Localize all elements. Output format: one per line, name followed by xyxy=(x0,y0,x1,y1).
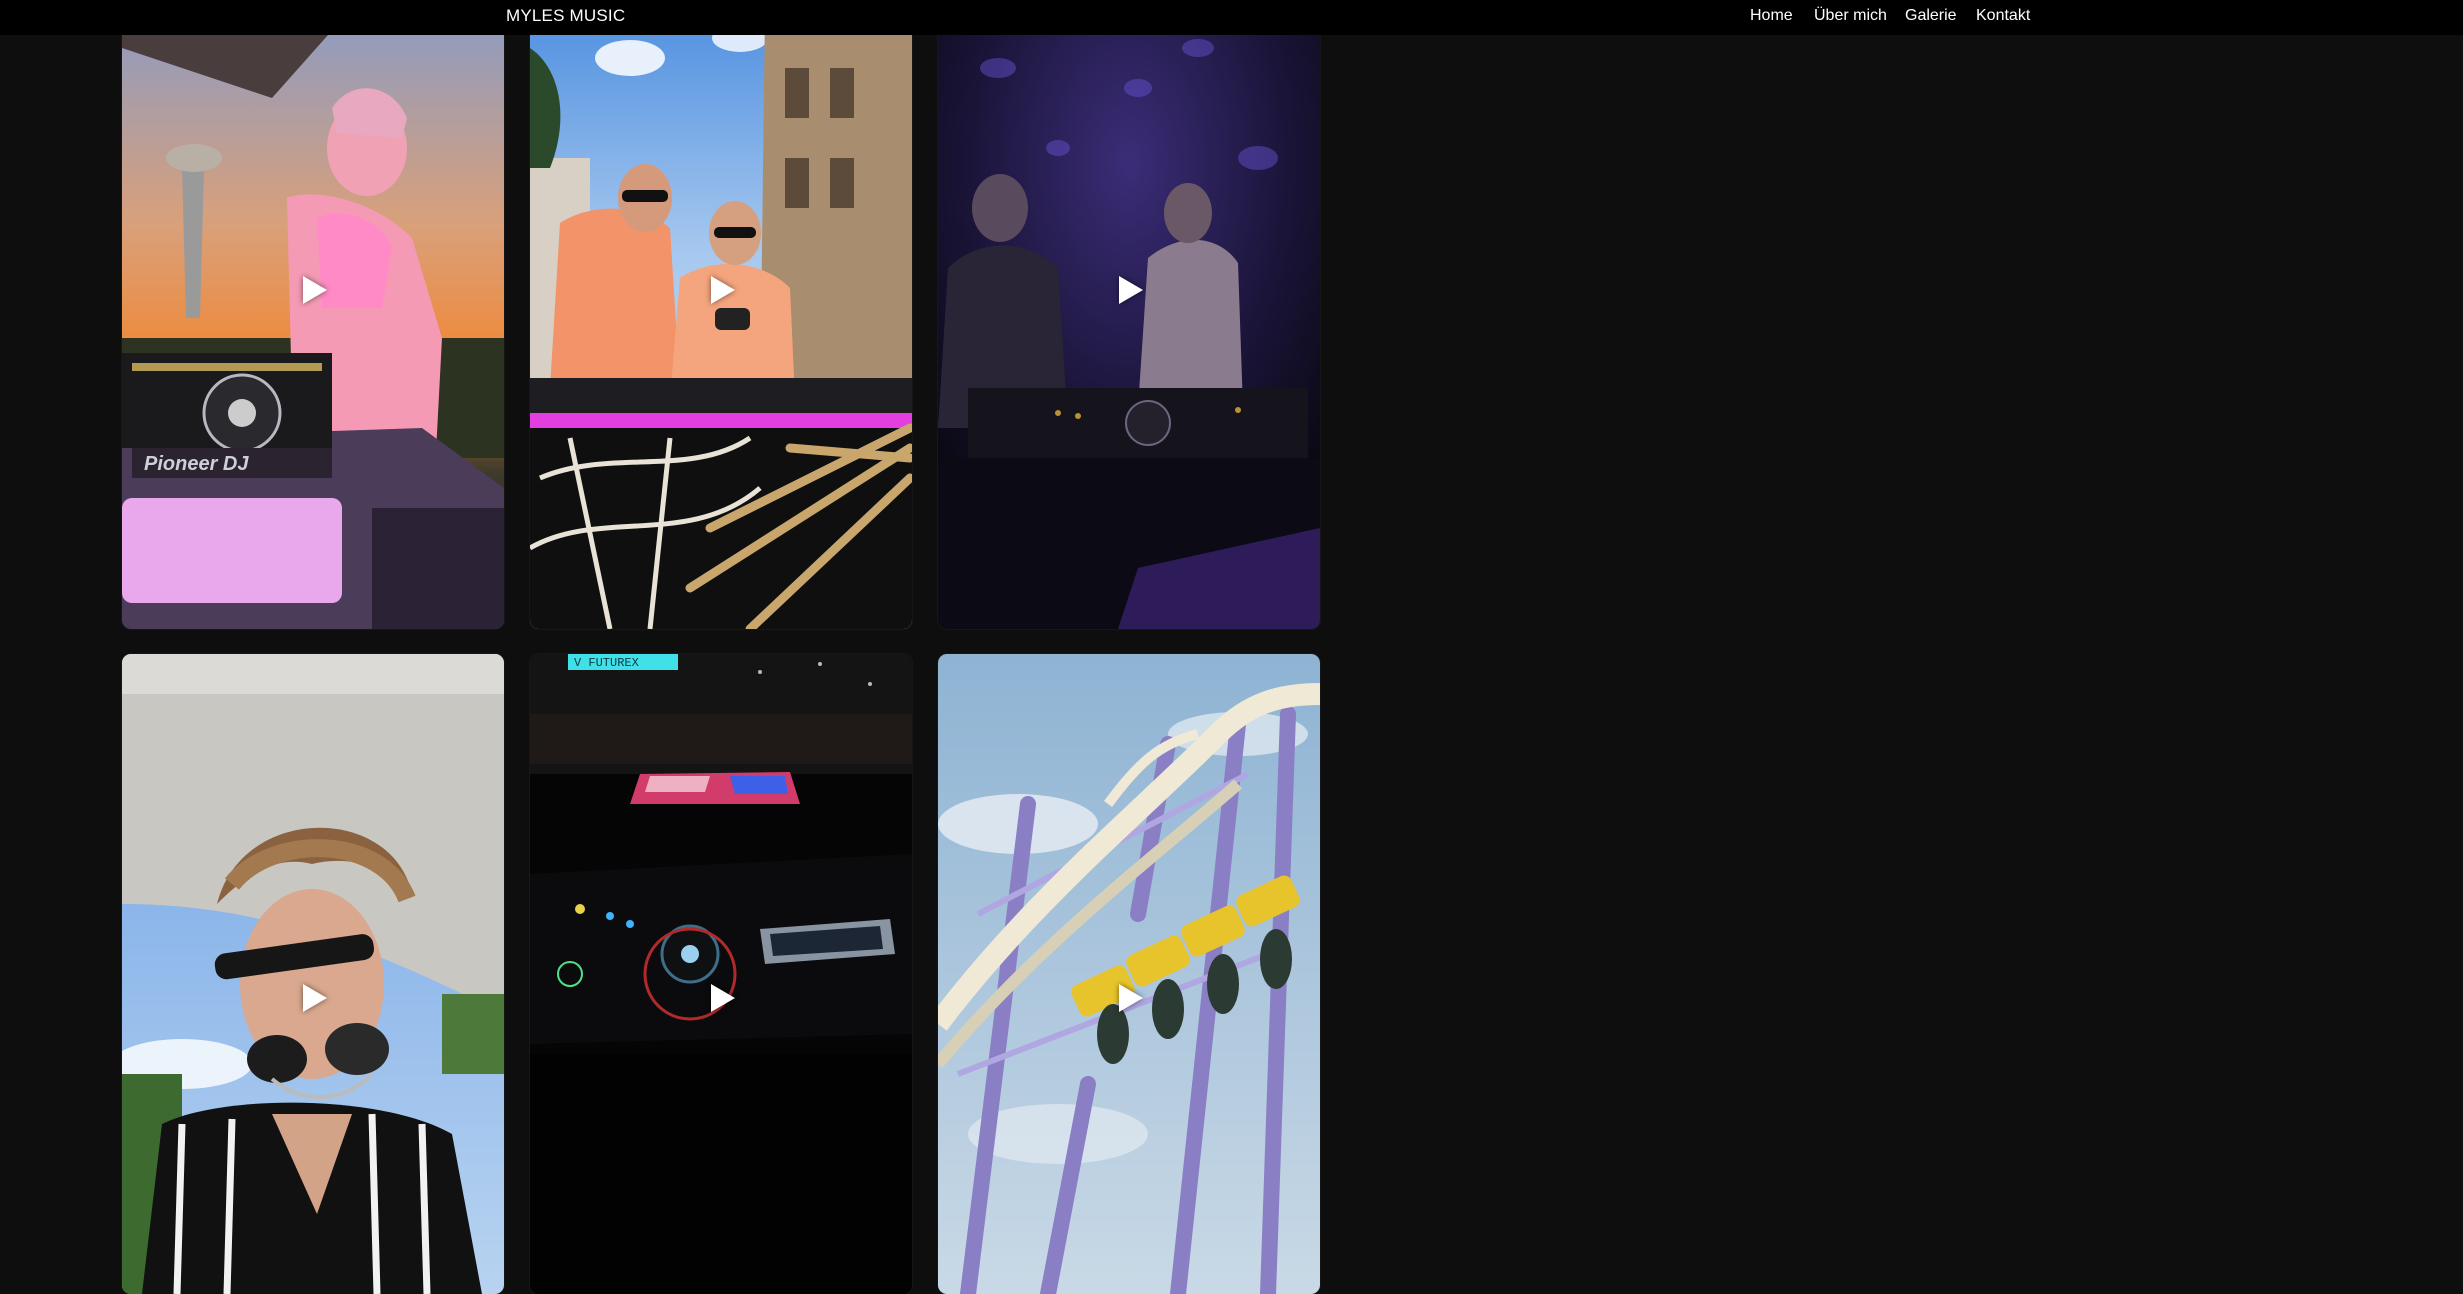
video-tile-6[interactable] xyxy=(938,654,1320,1294)
nav-about-link[interactable]: Über mich xyxy=(1814,0,1887,35)
video-tile-5[interactable]: V FUTUREX xyxy=(530,654,912,1294)
nav-gallery-link[interactable]: Galerie xyxy=(1905,0,1957,35)
video-thumbnail-3 xyxy=(938,8,1320,629)
video-thumbnail-4 xyxy=(122,654,504,1294)
video-thumbnail-6 xyxy=(938,654,1320,1294)
video-tile-4[interactable] xyxy=(122,654,504,1294)
play-icon[interactable] xyxy=(303,984,327,1012)
top-navbar: MYLES MUSIC Home Über mich Galerie Konta… xyxy=(0,0,2463,35)
nav-home-link[interactable]: Home xyxy=(1750,0,1793,35)
video-tile-2[interactable] xyxy=(530,8,912,629)
play-icon[interactable] xyxy=(303,276,327,304)
video-thumbnail-1: Pioneer DJ xyxy=(122,8,504,629)
video-tile-3[interactable] xyxy=(938,8,1320,629)
nav-contact-link[interactable]: Kontakt xyxy=(1976,0,2030,35)
video-tile-1[interactable]: Pioneer DJ xyxy=(122,8,504,629)
play-icon[interactable] xyxy=(1119,984,1143,1012)
video-thumbnail-2 xyxy=(530,8,912,629)
video-thumbnail-5: V FUTUREX xyxy=(530,654,912,1294)
play-icon[interactable] xyxy=(711,276,735,304)
play-icon[interactable] xyxy=(1119,276,1143,304)
site-brand-link[interactable]: MYLES MUSIC xyxy=(506,0,625,35)
play-icon[interactable] xyxy=(711,984,735,1012)
svg-text:V FUTUREX: V FUTUREX xyxy=(574,656,639,670)
svg-text:Pioneer DJ: Pioneer DJ xyxy=(144,453,249,475)
